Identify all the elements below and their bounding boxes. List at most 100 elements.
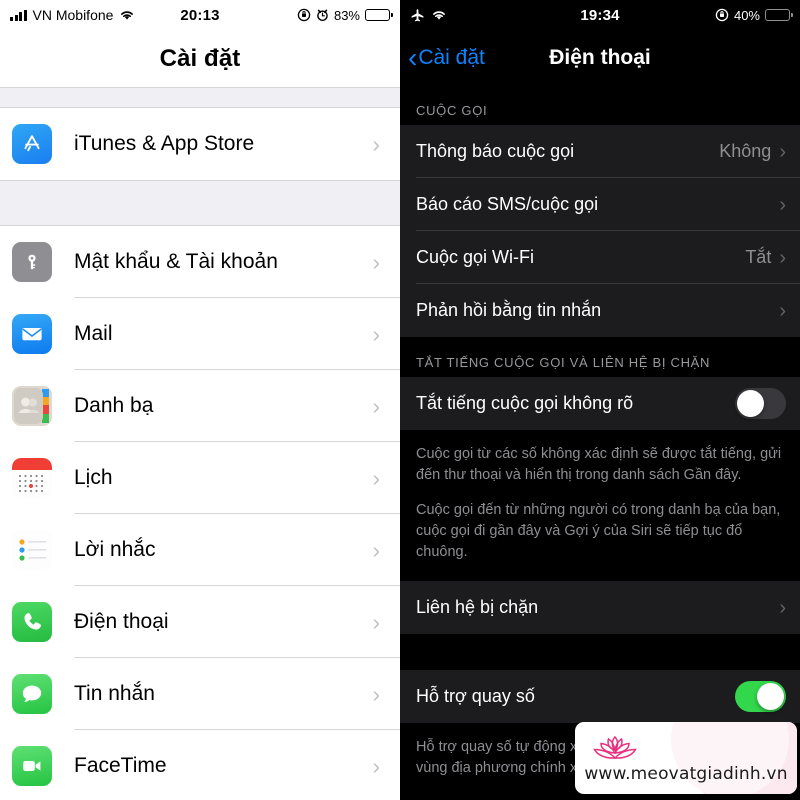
- status-bar-left-group: [410, 8, 447, 23]
- list-top-gap: [0, 88, 400, 108]
- sidebar-item-facetime[interactable]: FaceTime ›: [0, 730, 400, 800]
- contacts-icon: [12, 386, 52, 426]
- toggle-knob: [737, 390, 764, 417]
- page-title: Cài đặt: [159, 44, 241, 72]
- left-phone-settings-screen: VN Mobifone 20:13 83% Cài đặt iTunes & A…: [0, 0, 400, 800]
- site-watermark: www.meovatgiadinh.vn: [575, 722, 797, 794]
- settings-group-2: Mật khẩu & Tài khoản › Mail › Danh bạ › …: [0, 226, 400, 800]
- mail-envelope-icon: [12, 314, 52, 354]
- row-label: Thông báo cuộc gọi: [416, 141, 575, 161]
- chevron-right-icon: ›: [779, 193, 786, 216]
- right-status-bar: 19:34 40%: [400, 0, 800, 30]
- section-spacer: [400, 567, 800, 582]
- row-label: Hỗ trợ quay số: [416, 686, 535, 707]
- footnote-paragraph: Cuộc gọi đến từ những người có trong dan…: [416, 502, 781, 561]
- section-blocked-contacts-group: Liên hệ bị chặn ›: [400, 581, 800, 635]
- chevron-right-icon: ›: [779, 140, 786, 163]
- section-dial-assist-group: Hỗ trợ quay số: [400, 670, 800, 724]
- chevron-right-icon: ›: [372, 536, 380, 563]
- list-section-gap: [0, 180, 400, 226]
- status-bar-left-group: VN Mobifone: [10, 7, 135, 23]
- back-button-label: Cài đặt: [418, 45, 485, 69]
- settings-group-1: iTunes & App Store ›: [0, 108, 400, 180]
- messages-bubble-icon: [12, 674, 52, 714]
- battery-percent: 40%: [733, 7, 760, 23]
- section-calls-group: Thông báo cuộc gọi Không › Báo cáo SMS/c…: [400, 125, 800, 337]
- left-status-bar: VN Mobifone 20:13 83%: [0, 0, 400, 30]
- row-respond-with-text[interactable]: Phản hồi bằng tin nhắn ›: [400, 284, 800, 337]
- battery-icon: [765, 9, 793, 21]
- toggle-knob: [757, 683, 784, 711]
- footnote-silence-unknown-callers: Cuộc gọi từ các số không xác định sẽ đượ…: [400, 430, 800, 568]
- sidebar-item-calendar[interactable]: Lịch ›: [0, 442, 400, 514]
- chevron-right-icon: ›: [779, 596, 786, 619]
- chevron-right-icon: ›: [372, 752, 380, 779]
- row-label: Tắt tiếng cuộc gọi không rõ: [416, 393, 634, 413]
- sidebar-item-label: Mật khẩu & Tài khoản: [74, 250, 278, 273]
- wifi-icon: [431, 9, 447, 21]
- sidebar-item-mail[interactable]: Mail ›: [0, 298, 400, 370]
- app-store-icon: [12, 124, 52, 164]
- airplane-mode-icon: [410, 8, 425, 23]
- battery-percent: 83%: [333, 7, 360, 23]
- row-call-announcement[interactable]: Thông báo cuộc gọi Không ›: [400, 125, 800, 178]
- back-button[interactable]: ‹ Cài đặt: [408, 41, 485, 73]
- rotation-lock-icon: [297, 8, 311, 22]
- calendar-icon: [12, 458, 52, 498]
- chevron-right-icon: ›: [372, 464, 380, 491]
- dial-assist-toggle[interactable]: [735, 681, 786, 713]
- sidebar-item-label: Lịch: [74, 466, 113, 489]
- section-silence-group: Tắt tiếng cuộc gọi không rõ: [400, 377, 800, 430]
- row-label: Phản hồi bằng tin nhắn: [416, 300, 602, 320]
- sidebar-item-label: Lời nhắc: [74, 538, 156, 561]
- battery-icon: [365, 9, 393, 21]
- chevron-right-icon: ›: [779, 299, 786, 322]
- chevron-left-icon: ‹: [408, 41, 418, 73]
- section-header-silence-blocked: TẮT TIẾNG CUỘC GỌI VÀ LIÊN HỆ BỊ CHẶN: [400, 337, 800, 377]
- sidebar-item-passwords-accounts[interactable]: Mật khẩu & Tài khoản ›: [0, 226, 400, 298]
- silence-unknown-callers-toggle[interactable]: [735, 388, 786, 419]
- sidebar-item-label: Danh bạ: [74, 394, 154, 417]
- watermark-url: www.meovatgiadinh.vn: [584, 763, 788, 784]
- alarm-clock-icon: [316, 8, 329, 22]
- right-phone-call-settings-screen: 19:34 40% ‹ Cài đặt Điện thoại CUỘC GỌI …: [400, 0, 800, 800]
- chevron-right-icon: ›: [372, 392, 380, 419]
- row-value: Không: [719, 141, 772, 161]
- carrier-name: VN Mobifone: [32, 7, 114, 23]
- row-sms-call-reporting[interactable]: Báo cáo SMS/cuộc gọi ›: [400, 178, 800, 231]
- sidebar-item-phone[interactable]: Điện thoại ›: [0, 586, 400, 658]
- status-bar-right-group: 40%: [715, 7, 793, 23]
- row-silence-unknown-callers[interactable]: Tắt tiếng cuộc gọi không rõ: [400, 377, 800, 430]
- rotation-lock-icon: [715, 8, 729, 22]
- chevron-right-icon: ›: [372, 680, 380, 707]
- facetime-camera-icon: [12, 746, 52, 786]
- footnote-paragraph: Cuộc gọi từ các số không xác định sẽ đượ…: [416, 446, 782, 484]
- phone-handset-icon: [12, 602, 52, 642]
- chevron-right-icon: ›: [372, 320, 380, 347]
- section-header-calls: CUỘC GỌI: [400, 85, 800, 125]
- sidebar-item-reminders[interactable]: Lời nhắc ›: [0, 514, 400, 586]
- sidebar-item-label: Mail: [74, 322, 113, 345]
- cellular-bars-icon: [10, 9, 27, 21]
- sidebar-item-messages[interactable]: Tin nhắn ›: [0, 658, 400, 730]
- row-dial-assist[interactable]: Hỗ trợ quay số: [400, 670, 800, 724]
- sidebar-item-label: Tin nhắn: [74, 682, 155, 705]
- left-nav-bar: Cài đặt: [0, 30, 400, 88]
- sidebar-item-label: FaceTime: [74, 754, 167, 777]
- row-label: Báo cáo SMS/cuộc gọi: [416, 194, 599, 214]
- row-wifi-calling[interactable]: Cuộc gọi Wi-Fi Tắt ›: [400, 231, 800, 284]
- status-bar-right-group: 83%: [297, 7, 393, 23]
- section-spacer: [400, 634, 800, 671]
- sidebar-item-itunes-app-store[interactable]: iTunes & App Store ›: [0, 108, 400, 180]
- passwords-accounts-key-icon: [12, 242, 52, 282]
- sidebar-item-label: iTunes & App Store: [74, 132, 255, 155]
- sidebar-item-label: Điện thoại: [74, 610, 169, 633]
- chevron-right-icon: ›: [372, 608, 380, 635]
- chevron-right-icon: ›: [779, 246, 786, 269]
- chevron-right-icon: ›: [372, 130, 380, 157]
- row-blocked-contacts[interactable]: Liên hệ bị chặn ›: [400, 581, 800, 635]
- row-value: Tắt: [745, 247, 772, 267]
- chevron-right-icon: ›: [372, 248, 380, 275]
- reminders-icon: [12, 530, 52, 570]
- sidebar-item-contacts[interactable]: Danh bạ ›: [0, 370, 400, 442]
